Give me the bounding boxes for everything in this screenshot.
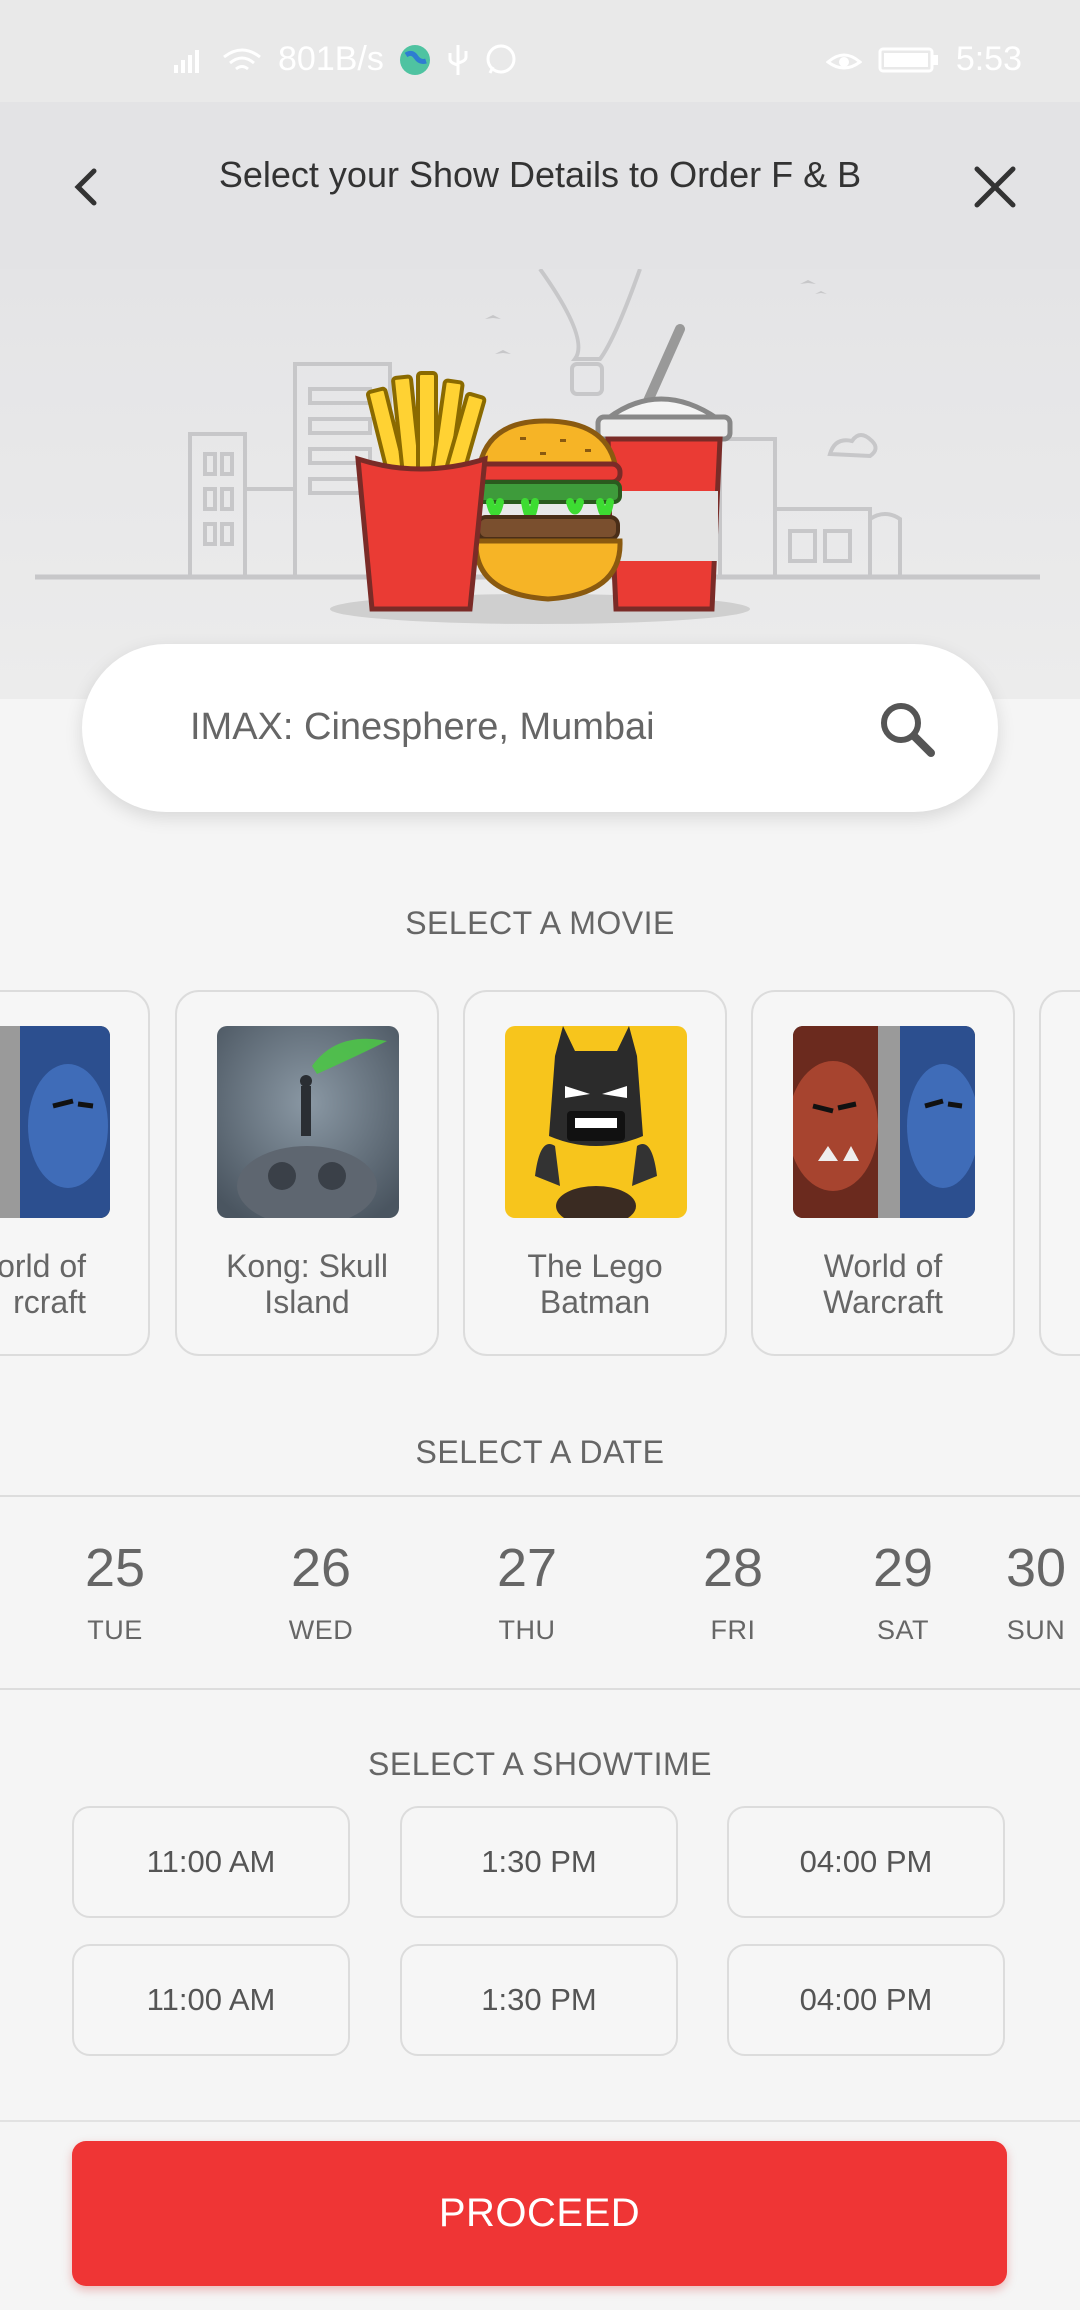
movie-card-world-of-warcraft-partial[interactable]: orld of rcraft <box>0 990 150 1356</box>
showtime-button[interactable]: 04:00 PM <box>727 1944 1005 2056</box>
date-weekday: SUN <box>1006 1615 1066 1645</box>
showtime-button[interactable]: 1:30 PM <box>400 1944 678 2056</box>
select-date-heading: SELECT A DATE <box>415 1434 665 1470</box>
movie-title: orld of rcraft <box>0 1248 86 1320</box>
close-button[interactable] <box>965 157 1025 217</box>
date-item[interactable]: 28 FRI <box>663 1537 803 1646</box>
date-item[interactable]: 25 TUE <box>45 1537 185 1646</box>
movie-poster <box>217 1026 399 1218</box>
date-weekday: TUE <box>87 1615 143 1645</box>
select-showtime-heading: SELECT A SHOWTIME <box>368 1746 712 1782</box>
clock: 5:53 <box>955 40 1022 78</box>
header: Select your Show Details to Order F & B <box>0 102 1080 269</box>
network-speed: 801B/s <box>278 40 384 78</box>
cinema-search-field[interactable]: IMAX: Cinesphere, Mumbai <box>82 644 998 812</box>
date-weekday: WED <box>288 1615 354 1645</box>
date-number: 25 <box>84 1538 146 1598</box>
date-number: 29 <box>872 1538 934 1598</box>
date-item[interactable]: 30 SUN <box>966 1537 1080 1646</box>
page-title: Select your Show Details to Order F & B <box>218 154 862 195</box>
date-number: 27 <box>496 1538 558 1598</box>
date-weekday: THU <box>498 1615 556 1645</box>
food-illustration <box>0 269 1080 699</box>
battery-icon <box>878 45 940 75</box>
movie-card-the-lego-batman[interactable]: The Lego Batman <box>463 990 727 1356</box>
movie-poster <box>0 1026 110 1218</box>
usb-icon <box>446 43 470 77</box>
showtime-button[interactable]: 11:00 AM <box>72 1806 350 1918</box>
date-number: 28 <box>702 1538 764 1598</box>
search-icon[interactable] <box>877 699 937 764</box>
date-item[interactable]: 27 THU <box>457 1537 597 1646</box>
showtime-button[interactable]: 04:00 PM <box>727 1806 1005 1918</box>
movie-title: Kong: Skull Island <box>226 1248 388 1320</box>
date-item[interactable]: 26 WED <box>251 1537 391 1646</box>
movie-poster <box>793 1026 975 1218</box>
movie-title: World of Warcraft <box>823 1248 943 1320</box>
signal-icon <box>172 45 206 75</box>
showtime-button[interactable]: 1:30 PM <box>400 1806 678 1918</box>
globe-icon <box>398 43 432 77</box>
date-item[interactable]: 29 SAT <box>833 1537 973 1646</box>
movie-card-next-partial[interactable] <box>1039 990 1080 1356</box>
movie-card-world-of-warcraft[interactable]: World of Warcraft <box>751 990 1015 1356</box>
proceed-button[interactable]: PROCEED <box>72 2141 1007 2286</box>
divider <box>0 2120 1080 2122</box>
date-strip[interactable]: 25 TUE 26 WED 27 THU 28 FRI 29 SAT 30 SU… <box>0 1495 1080 1690</box>
wifi-icon <box>220 45 264 75</box>
movie-poster <box>505 1026 687 1218</box>
showtime-button[interactable]: 11:00 AM <box>72 1944 350 2056</box>
status-right: 5:53 <box>825 40 1022 79</box>
whatsapp-icon <box>484 43 518 77</box>
status-bar: 801B/s 5:53 <box>0 0 1080 102</box>
date-number: 26 <box>290 1538 352 1598</box>
date-number: 30 <box>1005 1538 1067 1598</box>
date-weekday: SAT <box>876 1615 929 1645</box>
movie-title: The Lego Batman <box>527 1248 663 1320</box>
select-movie-heading: SELECT A MOVIE <box>405 905 675 941</box>
date-weekday: FRI <box>710 1615 756 1645</box>
movie-carousel[interactable]: orld of rcraft Kong: Skull Island The Le… <box>0 990 1080 1356</box>
close-icon <box>974 166 1016 208</box>
eye-icon <box>825 46 862 74</box>
cinema-search-value: IMAX: Cinesphere, Mumbai <box>190 706 655 748</box>
status-left: 801B/s <box>172 40 518 79</box>
movie-card-kong-skull-island[interactable]: Kong: Skull Island <box>175 990 439 1356</box>
